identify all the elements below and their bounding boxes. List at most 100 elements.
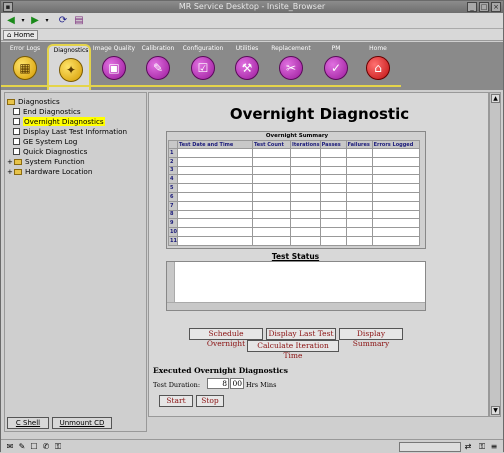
tab-home[interactable]: ⌂ Home xyxy=(3,30,39,40)
maximize-button[interactable]: □ xyxy=(479,2,489,12)
table-cell[interactable] xyxy=(371,165,420,176)
tree-item-ge-system-log[interactable]: GE System Log xyxy=(13,137,77,146)
table-cell[interactable] xyxy=(345,174,373,185)
start-button[interactable]: Start xyxy=(159,395,193,407)
calculate-iteration-time-button[interactable]: Calculate Iteration Time xyxy=(247,340,339,360)
column-header[interactable]: Test Date and Time xyxy=(177,140,253,149)
tree-root-diagnostics[interactable]: Diagnostics xyxy=(7,97,60,106)
table-cell[interactable] xyxy=(290,227,321,237)
table-cell[interactable] xyxy=(290,218,321,229)
table-cell[interactable] xyxy=(177,191,253,202)
title-bar[interactable]: MR Service Desktop - Insite_Browser ▪ _ … xyxy=(1,1,503,13)
table-cell[interactable] xyxy=(345,227,373,237)
table-cell[interactable] xyxy=(371,235,420,246)
vertical-scrollbar[interactable] xyxy=(167,262,175,302)
table-cell[interactable] xyxy=(345,148,373,158)
table-cell[interactable] xyxy=(371,209,420,220)
table-cell[interactable] xyxy=(345,209,373,220)
table-cell[interactable] xyxy=(290,165,321,176)
display-last-test-button[interactable]: Display Last Test xyxy=(266,328,336,340)
nav-error-logs[interactable]: Error Logs ▦ xyxy=(3,44,47,88)
display-summary-button[interactable]: Display Summary xyxy=(339,328,403,348)
table-cell[interactable] xyxy=(290,200,321,211)
table-cell[interactable] xyxy=(290,209,321,220)
column-header[interactable]: Iterations xyxy=(290,140,321,149)
table-cell[interactable] xyxy=(345,200,373,211)
duration-hours-field[interactable]: 8 xyxy=(207,378,229,389)
column-header[interactable]: Passes xyxy=(319,140,347,149)
page-scrollbar[interactable]: ▲ ▼ xyxy=(489,92,501,417)
c-shell-button[interactable]: C Shell xyxy=(7,417,49,429)
table-cell[interactable] xyxy=(290,183,321,193)
expand-plus-icon[interactable]: + xyxy=(7,158,13,167)
table-cell[interactable] xyxy=(371,183,420,193)
table-cell[interactable] xyxy=(177,174,253,185)
table-cell[interactable] xyxy=(345,156,373,167)
scroll-down-arrow-icon[interactable]: ▼ xyxy=(491,406,500,415)
table-cell[interactable] xyxy=(319,148,347,158)
table-cell[interactable] xyxy=(252,156,291,167)
table-cell[interactable] xyxy=(252,148,291,158)
reload-icon[interactable]: ⟳ xyxy=(57,15,69,27)
nav-diagnostics[interactable]: Diagnostics ✦ xyxy=(47,44,91,90)
table-cell[interactable] xyxy=(252,209,291,220)
stop-button[interactable]: Stop xyxy=(196,395,224,407)
table-cell[interactable] xyxy=(177,200,253,211)
nav-replacement[interactable]: Replacement ✂ xyxy=(269,44,313,88)
expand-plus-icon[interactable]: + xyxy=(7,168,13,177)
chat-icon[interactable]: ✆ xyxy=(41,442,51,452)
column-header[interactable]: Errors Logged xyxy=(371,140,420,149)
table-cell[interactable] xyxy=(252,183,291,193)
duration-mins-field[interactable]: 00 xyxy=(230,378,244,389)
table-cell[interactable] xyxy=(319,183,347,193)
table-cell[interactable] xyxy=(319,165,347,176)
table-cell[interactable] xyxy=(290,191,321,202)
nav-image-quality[interactable]: Image Quality ▣ xyxy=(92,44,136,88)
table-cell[interactable] xyxy=(252,235,291,246)
close-button[interactable]: × xyxy=(491,2,501,12)
table-cell[interactable] xyxy=(177,227,253,237)
table-cell[interactable] xyxy=(177,165,253,176)
table-cell[interactable] xyxy=(252,174,291,185)
table-cell[interactable] xyxy=(371,227,420,237)
table-cell[interactable] xyxy=(371,200,420,211)
table-cell[interactable] xyxy=(371,156,420,167)
table-cell[interactable] xyxy=(177,183,253,193)
table-cell[interactable] xyxy=(290,235,321,246)
scroll-up-arrow-icon[interactable]: ▲ xyxy=(491,94,500,103)
table-cell[interactable] xyxy=(319,218,347,229)
test-status-textarea[interactable] xyxy=(166,261,426,311)
table-cell[interactable] xyxy=(252,218,291,229)
table-cell[interactable] xyxy=(371,191,420,202)
nav-pm[interactable]: PM ✓ xyxy=(314,44,358,88)
minimize-button[interactable]: _ xyxy=(467,2,477,12)
tree-item-display-last-test[interactable]: Display Last Test Information xyxy=(13,127,127,136)
forward-arrow-icon[interactable]: ▶ xyxy=(29,15,41,27)
table-cell[interactable] xyxy=(290,174,321,185)
column-header[interactable]: Failures xyxy=(345,140,373,149)
horizontal-scrollbar[interactable] xyxy=(167,302,425,310)
table-cell[interactable] xyxy=(345,183,373,193)
tree-item-end-diagnostics[interactable]: End Diagnostics xyxy=(13,107,81,116)
stop-icon[interactable]: ▤ xyxy=(73,15,85,27)
nav-utilities[interactable]: Utilities ⚒ xyxy=(225,44,269,88)
tree-item-overnight-diagnostics[interactable]: Overnight Diagnostics xyxy=(13,117,105,126)
nav-calibration[interactable]: Calibration ✎ xyxy=(136,44,180,88)
table-cell[interactable] xyxy=(252,165,291,176)
table-cell[interactable] xyxy=(319,209,347,220)
table-cell[interactable] xyxy=(345,235,373,246)
table-cell[interactable] xyxy=(290,148,321,158)
table-cell[interactable] xyxy=(177,235,253,246)
table-cell[interactable] xyxy=(319,227,347,237)
table-cell[interactable] xyxy=(177,218,253,229)
composer-icon[interactable]: ✎ xyxy=(17,442,27,452)
tree-folder-hardware-location[interactable]: + Hardware Location xyxy=(7,167,92,177)
unmount-cd-button[interactable]: Unmount CD xyxy=(52,417,112,429)
table-cell[interactable] xyxy=(371,174,420,185)
table-cell[interactable] xyxy=(290,156,321,167)
table-cell[interactable] xyxy=(252,191,291,202)
table-cell[interactable] xyxy=(345,165,373,176)
table-cell[interactable] xyxy=(177,156,253,167)
address-book-icon[interactable]: ☐ xyxy=(29,442,39,452)
table-cell[interactable] xyxy=(371,148,420,158)
